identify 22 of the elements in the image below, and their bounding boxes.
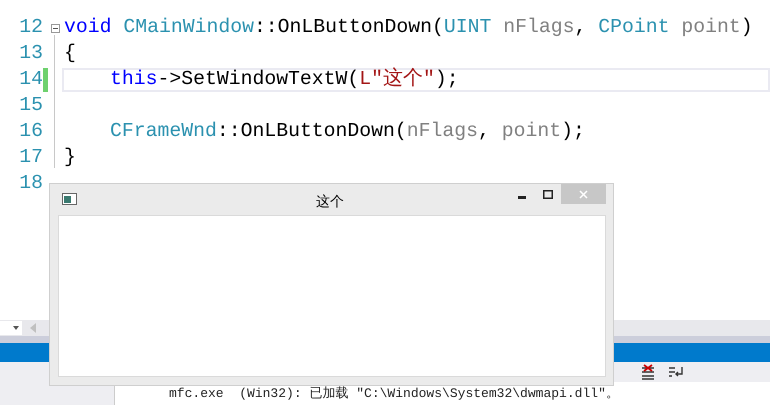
line-number: 14 <box>18 67 43 92</box>
close-icon <box>579 190 588 198</box>
line-number: 15 <box>18 93 43 118</box>
dropdown[interactable] <box>0 321 22 335</box>
clear-list-icon[interactable] <box>640 364 656 380</box>
code-line: } <box>64 145 76 170</box>
code-line: { <box>64 41 76 66</box>
line-number: 13 <box>18 41 43 66</box>
code-line: CFrameWnd::OnLButtonDown(nFlags, point); <box>109 119 585 144</box>
output-line: mfc.exe (Win32): 已加载 "C:\Windows\System32\dwmapi.dll"。 <box>168 385 619 402</box>
window-title: 这个 <box>316 192 344 211</box>
maximize-icon[interactable] <box>543 190 553 199</box>
line-number: 16 <box>18 119 43 144</box>
line-number: 18 <box>18 171 43 196</box>
app-icon <box>62 193 77 205</box>
code-line: this->SetWindowTextW(L"这个"); <box>109 66 459 92</box>
code-line: void CMainWindow::OnLButtonDown(UINT nFlags, CPoint point) <box>64 15 753 40</box>
line-number: 12 <box>18 15 43 40</box>
word-wrap-icon[interactable] <box>668 365 684 379</box>
line-number: 17 <box>18 145 43 170</box>
collapse-icon[interactable] <box>50 24 60 32</box>
caret-icon <box>13 326 19 330</box>
